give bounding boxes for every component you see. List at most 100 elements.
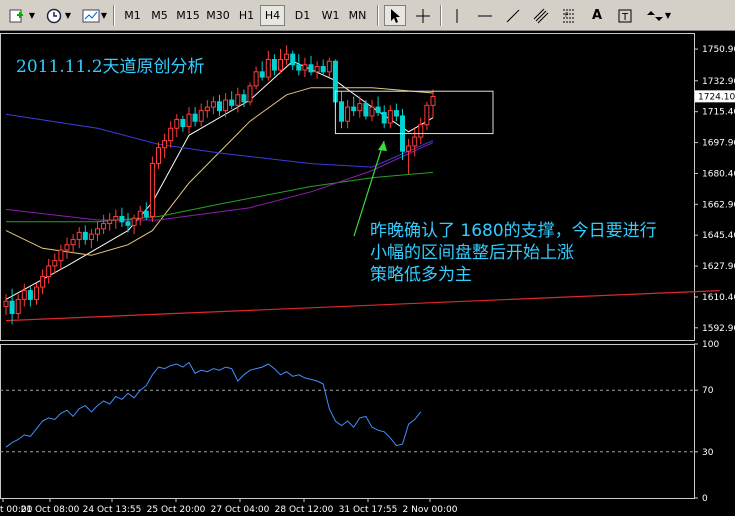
rsi-tick-label: 30 xyxy=(702,448,714,458)
fibonacci-icon[interactable]: F xyxy=(558,5,580,26)
vertical-line-icon[interactable] xyxy=(446,5,468,26)
y-tick-label: 1610.40 xyxy=(702,293,735,303)
candle-bull xyxy=(40,275,46,288)
candle-bull xyxy=(369,106,375,117)
y-tick-label: 1750.90 xyxy=(702,45,735,55)
timeframe-mn[interactable]: MN xyxy=(345,5,370,26)
chevron-down-icon[interactable]: ▼ xyxy=(64,5,72,26)
candle-bull xyxy=(64,244,70,251)
x-tick-label: 27 Oct 04:00 xyxy=(211,505,270,515)
candle-bull xyxy=(412,136,418,147)
candle-bull xyxy=(107,219,113,225)
y-tick-label: 1662.90 xyxy=(702,200,735,210)
candle-bull xyxy=(406,145,412,152)
horizontal-line-icon[interactable] xyxy=(474,5,496,26)
candle-bull xyxy=(284,53,290,60)
separator xyxy=(440,5,442,26)
current-price-label: 1724.10 xyxy=(698,92,735,102)
candle-bull xyxy=(101,223,107,230)
x-tick-label: 31 Oct 17:55 xyxy=(339,505,398,515)
candle-bull xyxy=(137,210,143,219)
cursor-icon[interactable] xyxy=(384,5,406,26)
timeframe-h4[interactable]: H4 xyxy=(260,5,285,26)
text-icon[interactable]: A xyxy=(586,5,608,26)
candle-bull xyxy=(235,94,241,106)
candle-bull xyxy=(88,233,94,240)
chevron-down-icon[interactable]: ▼ xyxy=(28,5,36,26)
timeframe-m30[interactable]: M30 xyxy=(204,5,232,26)
arrows-icon[interactable] xyxy=(644,5,666,26)
candle-bull xyxy=(186,113,192,128)
svg-text:F: F xyxy=(565,12,569,19)
candle-bull xyxy=(131,217,137,226)
trendline-icon[interactable] xyxy=(502,5,524,26)
timeframe-d1[interactable]: D1 xyxy=(290,5,315,26)
candle-bull xyxy=(15,298,21,315)
candle-bull xyxy=(21,290,27,300)
candle-bear xyxy=(271,58,277,71)
drawing-objects xyxy=(334,90,494,237)
candle-bear xyxy=(320,66,326,73)
chevron-down-icon[interactable]: ▼ xyxy=(664,5,672,26)
candle-bull xyxy=(76,231,82,240)
candle-bull xyxy=(204,106,210,112)
candle-bull xyxy=(70,238,76,246)
candle-bear xyxy=(339,101,344,122)
rsi-line xyxy=(5,361,422,448)
timeframe-m1[interactable]: M1 xyxy=(120,5,145,26)
timeframe-h1[interactable]: H1 xyxy=(234,5,259,26)
candle-bear xyxy=(393,110,399,117)
candle-bear xyxy=(363,103,369,117)
timeframe-m5[interactable]: M5 xyxy=(147,5,172,26)
label-icon[interactable]: T xyxy=(614,5,636,26)
channel-icon[interactable] xyxy=(530,5,552,26)
candle-bull xyxy=(430,96,436,106)
candle-bear xyxy=(180,118,186,128)
toolbar: ▼ ▼ ▼ M1 M5 M15 M30 H1 H4 D1 W1 MN F A T… xyxy=(0,0,735,31)
x-tick-label: 2 Nov 00:00 xyxy=(403,505,458,515)
clock-icon[interactable] xyxy=(43,5,65,26)
price-chart[interactable]: 1750.90 1732.90 1715.40 1697.90 1680.40 1662.… xyxy=(0,31,735,516)
candle-bear xyxy=(375,106,381,113)
candle-bear xyxy=(192,113,198,122)
candle-bear xyxy=(27,290,33,300)
candle-bull xyxy=(357,103,363,112)
y-tick-label: 1680.40 xyxy=(702,169,735,179)
candle-bull xyxy=(247,85,253,103)
candle-bull xyxy=(3,300,9,307)
support-trendline xyxy=(5,289,720,322)
y-tick-label: 1697.90 xyxy=(702,139,735,149)
chevron-down-icon[interactable]: ▼ xyxy=(100,5,108,26)
candle-bull xyxy=(52,260,58,267)
candle-bear xyxy=(351,106,357,112)
candle-bear xyxy=(9,300,15,315)
candle-bear xyxy=(143,210,149,217)
rsi-tick-label: 100 xyxy=(702,340,719,350)
candle-bull xyxy=(149,163,155,217)
candle-bull xyxy=(265,58,271,78)
candle-bull xyxy=(278,58,283,71)
candle-bear xyxy=(217,101,222,112)
candle-bull xyxy=(345,106,351,122)
timeframe-m15[interactable]: M15 xyxy=(174,5,202,26)
separator xyxy=(113,5,115,26)
candle-bull xyxy=(314,66,320,73)
overlay-ma_slow1 xyxy=(5,113,434,168)
y-tick-label: 1592.90 xyxy=(702,324,735,334)
candle-bull xyxy=(326,60,332,73)
x-tick-label: 28 Oct 12:00 xyxy=(275,505,334,515)
candle-bull xyxy=(302,64,308,71)
crosshair-icon[interactable] xyxy=(412,5,434,26)
rsi-tick-label: 70 xyxy=(702,386,714,396)
annotation-line-3: 策略低多为主 xyxy=(370,265,472,285)
y-tick-label: 1645.40 xyxy=(702,231,735,241)
new-chart-icon[interactable] xyxy=(6,5,28,26)
candle-bear xyxy=(308,64,314,73)
candle-bull xyxy=(156,147,161,165)
separator xyxy=(377,5,379,26)
timeframe-w1[interactable]: W1 xyxy=(318,5,343,26)
candle-bull xyxy=(210,101,216,108)
chart-type-icon[interactable] xyxy=(80,5,102,26)
candle-bull xyxy=(34,286,39,300)
candle-bear xyxy=(259,71,265,78)
